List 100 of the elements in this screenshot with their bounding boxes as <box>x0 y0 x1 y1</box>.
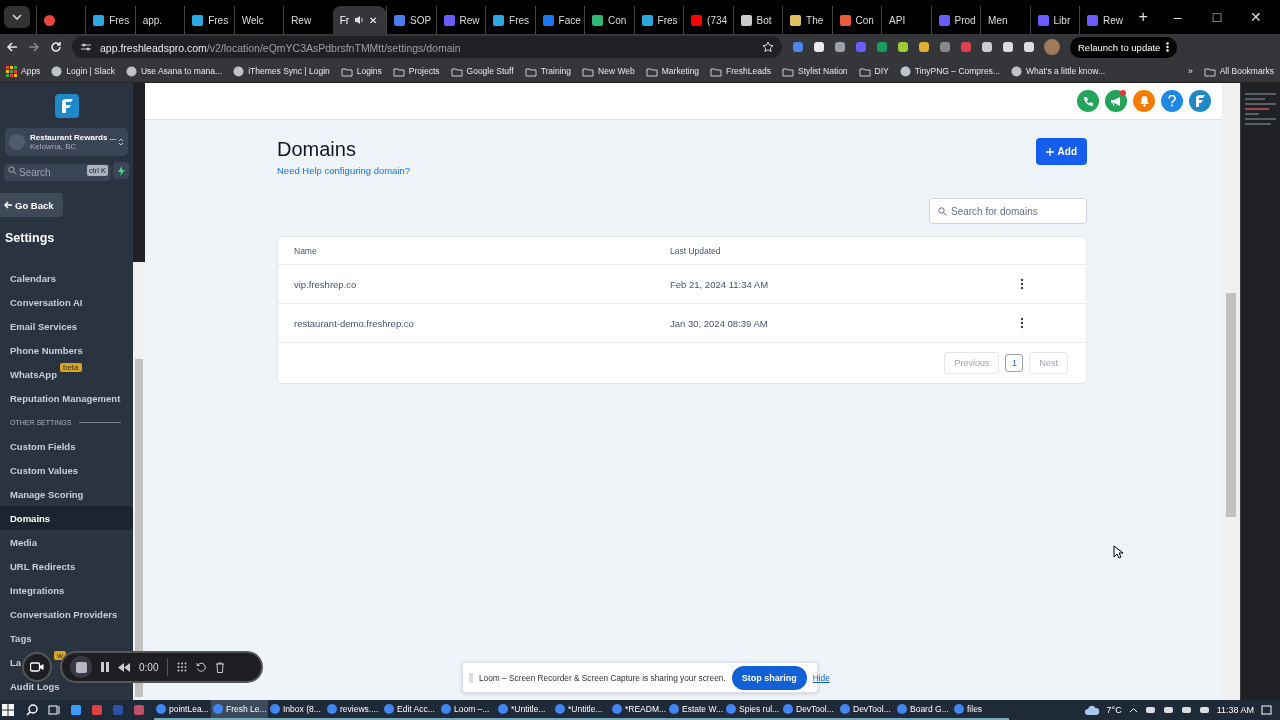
profile-avatar[interactable] <box>1044 39 1060 55</box>
taskbar-app[interactable]: Fresh Le... <box>211 700 268 720</box>
bookmark-item[interactable]: Google Stuff <box>450 65 514 77</box>
pinned-app-icon[interactable] <box>70 704 82 716</box>
tab-close-button[interactable]: ✕ <box>369 14 378 26</box>
tray-icon[interactable] <box>1198 705 1210 715</box>
account-switcher[interactable]: Restaurant Rewards ... Kelowna, BC <box>5 128 128 156</box>
sidebar-item[interactable]: Phone Numbers <box>10 343 83 357</box>
sidebar-item[interactable]: Tags <box>10 631 32 645</box>
page-scrollbar[interactable] <box>1222 83 1240 700</box>
sidebar-item[interactable]: Domains <box>0 506 133 530</box>
bookmark-item[interactable]: Marketing <box>645 65 700 77</box>
drag-handle-icon[interactable] <box>469 672 473 683</box>
bookmark-item[interactable]: Projects <box>392 65 440 77</box>
window-control-button[interactable]: – <box>1157 9 1198 25</box>
restart-icon[interactable] <box>196 662 207 672</box>
go-back-button[interactable]: Go Back <box>0 193 63 217</box>
sidebar-item[interactable]: Conversation AI <box>10 295 83 309</box>
chevron-up-icon[interactable] <box>1128 707 1138 713</box>
bookmark-item[interactable]: FreshLeads <box>710 65 771 77</box>
relaunch-button[interactable]: Relaunch to update <box>1070 36 1178 58</box>
taskbar-app[interactable]: *READM... <box>610 700 667 720</box>
megaphone-button[interactable] <box>1105 90 1127 112</box>
rewind-icon[interactable] <box>118 662 130 672</box>
sidebar-item[interactable]: Audit Logs <box>10 679 60 693</box>
taskbar-app[interactable]: reviews.... <box>325 700 382 720</box>
hide-link[interactable]: Hide <box>812 672 830 683</box>
window-control-button[interactable]: ✕ <box>1236 9 1277 25</box>
domain-search-field[interactable]: Search for domains <box>929 198 1087 224</box>
taskbar-app[interactable]: Estate W... <box>667 700 724 720</box>
stop-sharing-button[interactable]: Stop sharing <box>731 665 807 690</box>
sidebar-item[interactable]: Email Services <box>10 319 78 333</box>
bookmark-item[interactable]: Stylist Nation <box>782 65 848 77</box>
sidebar-item[interactable]: Calendars <box>10 271 56 285</box>
site-info-icon[interactable] <box>80 42 92 52</box>
taskbar-app[interactable]: Edit Acc... <box>382 700 439 720</box>
extension-icon[interactable] <box>918 41 930 53</box>
search-icon[interactable] <box>26 704 38 716</box>
extension-icon[interactable] <box>897 41 909 53</box>
browser-tab[interactable]: Fr ✕ <box>332 6 387 34</box>
taskbar-app[interactable]: *Untitle... <box>553 700 610 720</box>
new-tab-button[interactable]: + <box>1128 8 1158 26</box>
sidebar-item[interactable]: URL Redirects <box>10 559 76 573</box>
taskbar-app[interactable]: Spies rul... <box>724 700 781 720</box>
forward-arrow-icon[interactable] <box>28 41 40 53</box>
help-button[interactable] <box>1161 90 1183 112</box>
bookmark-item[interactable]: DIY <box>858 65 889 77</box>
bookmark-item[interactable]: TinyPNG – Compres... <box>899 65 1000 77</box>
sidebar-item[interactable]: Custom Fields <box>10 439 76 453</box>
extension-icon[interactable] <box>834 41 846 53</box>
pause-icon[interactable] <box>101 662 109 672</box>
page-number-button[interactable]: 1 <box>1005 354 1024 372</box>
task-view-icon[interactable] <box>48 704 60 716</box>
notifications-button[interactable] <box>1133 90 1155 112</box>
sidebar-item[interactable]: Custom Values <box>10 463 79 477</box>
extension-icon[interactable] <box>813 41 825 53</box>
quick-action-button[interactable] <box>113 162 129 179</box>
address-bar[interactable]: app.freshleadspro.com/v2/location/eQmYC3AsPdbrsfnTMMtt/settings/domain <box>72 36 782 58</box>
bookmark-item[interactable]: iThemes Sync | Login <box>233 65 330 77</box>
clock[interactable]: 11:38 AM <box>1216 705 1254 715</box>
sidebar-item[interactable]: Media <box>10 535 37 549</box>
sidebar-item[interactable]: Reputation Management <box>10 391 121 405</box>
taskbar-app[interactable]: Loom –... <box>439 700 496 720</box>
tab-search-button[interactable] <box>4 6 30 28</box>
windows-start-icon[interactable] <box>2 704 14 716</box>
bookmark-item[interactable]: Login | Slack <box>51 65 115 77</box>
help-link[interactable]: Need Help configuring domain? <box>277 165 411 176</box>
speaker-icon[interactable] <box>354 15 365 25</box>
app-logo-button[interactable] <box>1189 90 1211 112</box>
extension-icon[interactable] <box>1002 41 1014 53</box>
trash-icon[interactable] <box>215 661 226 673</box>
sidebar-item[interactable]: Conversation Providers <box>10 607 118 621</box>
bookmark-item[interactable]: Training <box>524 65 572 77</box>
pinned-app-icon[interactable] <box>91 704 103 716</box>
extension-icon[interactable] <box>1023 41 1035 53</box>
taskbar-app[interactable]: *Untitle... <box>496 700 553 720</box>
taskbar-app[interactable]: Board G... <box>895 700 952 720</box>
reload-icon[interactable] <box>50 41 62 53</box>
tray-icon[interactable] <box>1144 705 1156 715</box>
bookmark-star-icon[interactable] <box>762 41 774 53</box>
add-button[interactable]: Add <box>1035 138 1087 165</box>
taskbar-app[interactable]: files <box>952 700 1009 720</box>
taskbar-app[interactable]: DevTool... <box>838 700 895 720</box>
dot-grid-icon[interactable] <box>177 662 188 672</box>
sidebar-item[interactable]: Integrations <box>10 583 65 597</box>
extension-icon[interactable] <box>981 41 993 53</box>
bookmark-item[interactable]: New Web <box>582 65 635 77</box>
bookmark-item[interactable]: Logins <box>340 65 382 77</box>
back-arrow-icon[interactable] <box>6 41 18 53</box>
bookmark-item[interactable]: » <box>1187 66 1193 76</box>
bookmark-item[interactable]: Use Asana to mana... <box>125 65 223 77</box>
window-control-button[interactable]: □ <box>1197 9 1237 25</box>
bookmark-item[interactable]: Apps <box>6 65 41 77</box>
pinned-app-icon[interactable] <box>133 704 145 716</box>
stop-recording-button[interactable] <box>70 656 92 678</box>
bookmark-item[interactable]: What's a little know... <box>1010 65 1106 77</box>
phone-button[interactable] <box>1077 90 1099 112</box>
taskbar-app[interactable]: Inbox (8... <box>268 700 325 720</box>
bookmark-item[interactable]: All Bookmarks <box>1203 65 1274 77</box>
sidebar-item[interactable]: Manage Scoring <box>10 487 84 501</box>
